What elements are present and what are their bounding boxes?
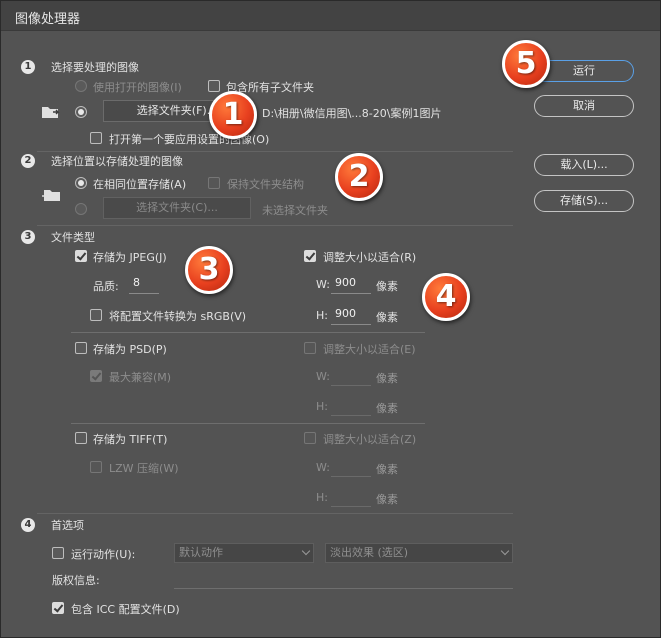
filetype-divider — [71, 332, 425, 333]
jpeg-height-label: H: — [316, 309, 328, 322]
psd-height-label: H: — [316, 400, 328, 413]
run-action-checkbox[interactable] — [52, 547, 64, 559]
save-as-jpeg-label: 存储为 JPEG(J) — [93, 251, 167, 264]
save-as-psd-label: 存储为 PSD(P) — [93, 343, 167, 356]
load-button[interactable]: 载入(L)... — [534, 154, 634, 176]
psd-width-unit: 像素 — [376, 372, 398, 385]
psd-height-unit: 像素 — [376, 402, 398, 415]
save-button[interactable]: 存储(S)... — [534, 190, 634, 212]
maximize-compatibility-label: 最大兼容(M) — [109, 371, 172, 384]
tiff-resize-checkbox[interactable] — [304, 432, 316, 444]
section-4-title: 首选项 — [51, 519, 84, 532]
section-4-number: 4 — [21, 518, 35, 532]
filetype-divider — [71, 423, 425, 424]
section-divider — [37, 225, 513, 226]
use-open-images-label: 使用打开的图像(I) — [93, 81, 182, 94]
jpeg-width-label: W: — [316, 278, 330, 291]
psd-resize-checkbox[interactable] — [304, 342, 316, 354]
include-icc-label: 包含 ICC 配置文件(D) — [71, 603, 180, 616]
convert-srgb-checkbox[interactable] — [90, 309, 102, 321]
include-subfolders-checkbox[interactable] — [208, 80, 220, 92]
copyright-input[interactable] — [174, 588, 513, 589]
lzw-compression-checkbox[interactable] — [90, 461, 102, 473]
tiff-width-input[interactable] — [331, 457, 371, 477]
section-3-title: 文件类型 — [51, 231, 95, 244]
action-select[interactable]: 淡出效果 (选区) — [325, 543, 513, 563]
jpeg-resize-checkbox[interactable] — [304, 250, 316, 262]
convert-srgb-label: 将配置文件转换为 sRGB(V) — [109, 310, 247, 323]
section-3-number: 3 — [21, 230, 35, 244]
lzw-compression-label: LZW 压缩(W) — [109, 462, 179, 475]
annotation-badge-2: 2 — [335, 153, 383, 201]
select-destination-radio[interactable] — [75, 203, 87, 215]
save-as-tiff-label: 存储为 TIFF(T) — [93, 433, 168, 446]
keep-folder-structure-label: 保持文件夹结构 — [227, 178, 304, 191]
tiff-height-unit: 像素 — [376, 493, 398, 506]
use-open-images-radio[interactable] — [75, 80, 87, 92]
section-divider — [37, 151, 513, 152]
save-as-tiff-checkbox[interactable] — [75, 432, 87, 444]
annotation-badge-1: 1 — [209, 91, 257, 139]
annotation-badge-5: 5 — [502, 40, 550, 88]
keep-folder-structure-checkbox[interactable] — [208, 177, 220, 189]
section-2-title: 选择位置以存储处理的图像 — [51, 155, 183, 168]
psd-width-input[interactable] — [331, 366, 371, 386]
annotation-badge-3: 3 — [185, 246, 233, 294]
action-set-select[interactable]: 默认动作 — [174, 543, 314, 563]
jpeg-width-input[interactable]: 900 — [331, 274, 371, 294]
quality-label: 品质: — [93, 280, 119, 293]
psd-resize-label: 调整大小以适合(E) — [323, 343, 416, 356]
psd-width-label: W: — [316, 370, 330, 383]
jpeg-height-input[interactable]: 900 — [331, 305, 371, 325]
run-action-label: 运行动作(U): — [71, 548, 136, 561]
title-bar: 图像处理器 — [1, 1, 660, 31]
tiff-height-label: H: — [316, 491, 328, 504]
dialog-title: 图像处理器 — [15, 12, 81, 27]
maximize-compatibility-checkbox[interactable] — [90, 370, 102, 382]
tiff-width-label: W: — [316, 461, 330, 474]
include-icc-checkbox[interactable] — [52, 602, 64, 614]
tiff-width-unit: 像素 — [376, 463, 398, 476]
section-1-title: 选择要处理的图像 — [51, 61, 139, 74]
cancel-button[interactable]: 取消 — [534, 95, 634, 117]
copyright-label: 版权信息: — [52, 574, 100, 587]
jpeg-width-unit: 像素 — [376, 280, 398, 293]
action-set-value: 默认动作 — [179, 546, 223, 559]
section-2-number: 2 — [21, 154, 35, 168]
source-folder-path: D:\相册\微信用图\...8-20\案例1图片 — [262, 107, 442, 120]
open-first-image-checkbox[interactable] — [90, 132, 102, 144]
tiff-resize-label: 调整大小以适合(Z) — [323, 433, 417, 446]
chevron-down-icon — [301, 546, 311, 556]
same-location-radio[interactable] — [75, 177, 87, 189]
image-processor-dialog: 图像处理器 1 选择要处理的图像 使用打开的图像(I) 包含所有子文件夹 选择文… — [0, 0, 661, 638]
action-value: 淡出效果 (选区) — [330, 546, 409, 559]
folder-destination-icon — [42, 190, 60, 201]
chevron-down-icon — [500, 546, 510, 556]
no-folder-selected-label: 未选择文件夹 — [262, 204, 328, 217]
quality-input[interactable]: 8 — [129, 274, 159, 294]
save-as-psd-checkbox[interactable] — [75, 342, 87, 354]
jpeg-height-unit: 像素 — [376, 311, 398, 324]
annotation-badge-4: 4 — [422, 273, 470, 321]
tiff-height-input[interactable] — [331, 487, 371, 507]
jpeg-resize-label: 调整大小以适合(R) — [323, 251, 417, 264]
select-destination-folder-button[interactable]: 选择文件夹(C)... — [103, 197, 251, 219]
same-location-label: 在相同位置存储(A) — [93, 178, 187, 191]
save-as-jpeg-checkbox[interactable] — [75, 250, 87, 262]
section-divider — [37, 513, 513, 514]
section-1-number: 1 — [21, 60, 35, 74]
folder-source-icon — [42, 107, 60, 118]
psd-height-input[interactable] — [331, 396, 371, 416]
select-folder-radio[interactable] — [75, 106, 87, 118]
